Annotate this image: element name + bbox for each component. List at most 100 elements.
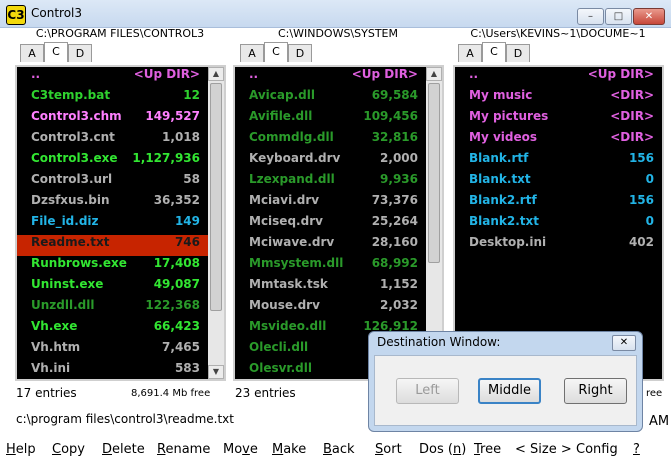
file-row[interactable]: Uninst.exe 49,087 bbox=[17, 277, 224, 298]
file-size: 402 bbox=[628, 235, 654, 249]
file-size: 1,152 bbox=[380, 277, 418, 291]
move-button[interactable]: Move bbox=[223, 440, 258, 460]
file-name: Blank2.rtf bbox=[469, 193, 537, 207]
about-button[interactable]: ? bbox=[633, 440, 640, 460]
make-button[interactable]: Make bbox=[272, 440, 306, 460]
file-row[interactable]: Runbrows.exe 17,408 bbox=[17, 256, 224, 277]
file-row[interactable]: Readme.txt 746 bbox=[17, 235, 224, 256]
file-row[interactable]: Dzsfxus.bin 36,352 bbox=[17, 193, 224, 214]
file-row[interactable]: Avicap.dll 69,584 bbox=[235, 88, 442, 109]
file-row[interactable]: Blank2.rtf 156 bbox=[455, 193, 662, 214]
middle-panel-path: C:\WINDOWS\SYSTEM bbox=[278, 27, 398, 40]
file-name: Readme.txt bbox=[31, 235, 110, 249]
current-file-path: c:\program files\control3\readme.txt bbox=[16, 412, 234, 426]
file-row[interactable]: Mciavi.drv 73,376 bbox=[235, 193, 442, 214]
drive-tab-d[interactable]: D bbox=[288, 44, 312, 62]
file-row[interactable]: Blank.txt 0 bbox=[455, 172, 662, 193]
file-row[interactable]: Blank.rtf 156 bbox=[455, 151, 662, 172]
file-row[interactable]: Mmtask.tsk 1,152 bbox=[235, 277, 442, 298]
file-row[interactable]: Desktop.ini 402 bbox=[455, 235, 662, 256]
vertical-scrollbar[interactable]: ▲ ▼ bbox=[208, 67, 224, 379]
drive-tab-a[interactable]: A bbox=[20, 44, 44, 62]
file-row[interactable]: Control3.exe 1,127,936 bbox=[17, 151, 224, 172]
file-name: Vh.htm bbox=[31, 340, 81, 354]
file-row[interactable]: My videos <DIR> bbox=[455, 130, 662, 151]
left-destination-button[interactable]: Left bbox=[396, 378, 459, 404]
delete-button[interactable]: Delete bbox=[102, 440, 145, 460]
scroll-down-icon[interactable]: ▼ bbox=[208, 365, 224, 379]
drive-tab-c[interactable]: C bbox=[264, 42, 288, 62]
drive-tab-c[interactable]: C bbox=[482, 42, 506, 62]
left-file-panel[interactable]: .. <Up DIR> C3temp.bat 12 Control3.chm 149,52… bbox=[15, 65, 226, 381]
file-name: .. bbox=[469, 67, 479, 81]
file-name: Keyboard.drv bbox=[249, 151, 341, 165]
maximize-button[interactable]: □ bbox=[605, 8, 632, 25]
file-size: 36,352 bbox=[153, 193, 200, 207]
file-row[interactable]: Vh.ini 583 bbox=[17, 361, 224, 379]
size-button[interactable]: < Size > bbox=[515, 440, 572, 460]
file-name: Control3.chm bbox=[31, 109, 122, 123]
file-row[interactable]: .. <Up DIR> bbox=[455, 67, 662, 88]
dialog-close-button[interactable]: ✕ bbox=[612, 335, 636, 351]
file-row[interactable]: Control3.chm 149,527 bbox=[17, 109, 224, 130]
drive-tab-a[interactable]: A bbox=[458, 44, 482, 62]
middle-destination-button[interactable]: Middle bbox=[478, 378, 541, 404]
drive-tab-d[interactable]: D bbox=[68, 44, 92, 62]
file-name: Control3.cnt bbox=[31, 130, 115, 144]
file-name: Commdlg.dll bbox=[249, 130, 334, 144]
file-row[interactable]: Mouse.drv 2,032 bbox=[235, 298, 442, 319]
help-button[interactable]: Help bbox=[6, 440, 36, 460]
file-row[interactable]: Avifile.dll 109,456 bbox=[235, 109, 442, 130]
file-row[interactable]: Vh.exe 66,423 bbox=[17, 319, 224, 340]
file-row[interactable]: Lzexpand.dll 9,936 bbox=[235, 172, 442, 193]
minimize-button[interactable]: – bbox=[577, 8, 604, 25]
scroll-thumb[interactable] bbox=[428, 83, 440, 263]
file-row[interactable]: Mmsystem.dll 68,992 bbox=[235, 256, 442, 277]
config-button[interactable]: Config bbox=[576, 440, 618, 460]
file-row[interactable]: .. <Up DIR> bbox=[235, 67, 442, 88]
scroll-up-icon[interactable]: ▲ bbox=[208, 67, 224, 81]
file-name: Mouse.drv bbox=[249, 298, 320, 312]
scroll-thumb[interactable] bbox=[210, 83, 222, 311]
close-button[interactable]: ✕ bbox=[633, 8, 665, 25]
file-row[interactable]: Control3.cnt 1,018 bbox=[17, 130, 224, 151]
file-size: 9,936 bbox=[380, 172, 418, 186]
file-size: <Up DIR> bbox=[133, 67, 200, 81]
file-row[interactable]: File_id.diz 149 bbox=[17, 214, 224, 235]
file-row[interactable]: Vh.htm 7,465 bbox=[17, 340, 224, 361]
right-destination-button[interactable]: Right bbox=[564, 378, 627, 404]
window-title: Control3 bbox=[31, 6, 83, 20]
title-bar: C3 Control3 – □ ✕ bbox=[0, 0, 671, 28]
back-button[interactable]: Back bbox=[323, 440, 355, 460]
file-row[interactable]: Blank2.txt 0 bbox=[455, 214, 662, 235]
file-row[interactable]: C3temp.bat 12 bbox=[17, 88, 224, 109]
file-size: 32,816 bbox=[371, 130, 418, 144]
file-row[interactable]: Commdlg.dll 32,816 bbox=[235, 130, 442, 151]
drive-tab-d[interactable]: D bbox=[506, 44, 530, 62]
rename-button[interactable]: Rename bbox=[157, 440, 210, 460]
drive-tab-c[interactable]: C bbox=[44, 42, 68, 62]
file-row[interactable]: Mciwave.drv 28,160 bbox=[235, 235, 442, 256]
tree-button[interactable]: Tree bbox=[474, 440, 501, 460]
file-list: .. <Up DIR> C3temp.bat 12 Control3.chm 149,52… bbox=[17, 67, 224, 379]
file-row[interactable]: My pictures <DIR> bbox=[455, 109, 662, 130]
file-row[interactable]: Keyboard.drv 2,000 bbox=[235, 151, 442, 172]
scroll-up-icon[interactable]: ▲ bbox=[426, 67, 442, 81]
file-size: 149 bbox=[174, 214, 200, 228]
file-row[interactable]: My music <DIR> bbox=[455, 88, 662, 109]
dos-button[interactable]: Dos (n) bbox=[419, 440, 466, 460]
file-row[interactable]: Mciseq.drv 25,264 bbox=[235, 214, 442, 235]
file-size: <DIR> bbox=[610, 109, 654, 123]
file-size: 0 bbox=[645, 172, 654, 186]
sort-button[interactable]: Sort bbox=[375, 440, 402, 460]
file-size: 109,456 bbox=[363, 109, 418, 123]
file-row[interactable]: .. <Up DIR> bbox=[17, 67, 224, 88]
file-name: My videos bbox=[469, 130, 537, 144]
file-name: Mciwave.drv bbox=[249, 235, 335, 249]
drive-tab-a[interactable]: A bbox=[240, 44, 264, 62]
file-row[interactable]: Unzdll.dll 122,368 bbox=[17, 298, 224, 319]
dialog-title: Destination Window: bbox=[377, 335, 501, 349]
file-name: My music bbox=[469, 88, 533, 102]
file-row[interactable]: Control3.url 58 bbox=[17, 172, 224, 193]
copy-button[interactable]: Copy bbox=[52, 440, 85, 460]
